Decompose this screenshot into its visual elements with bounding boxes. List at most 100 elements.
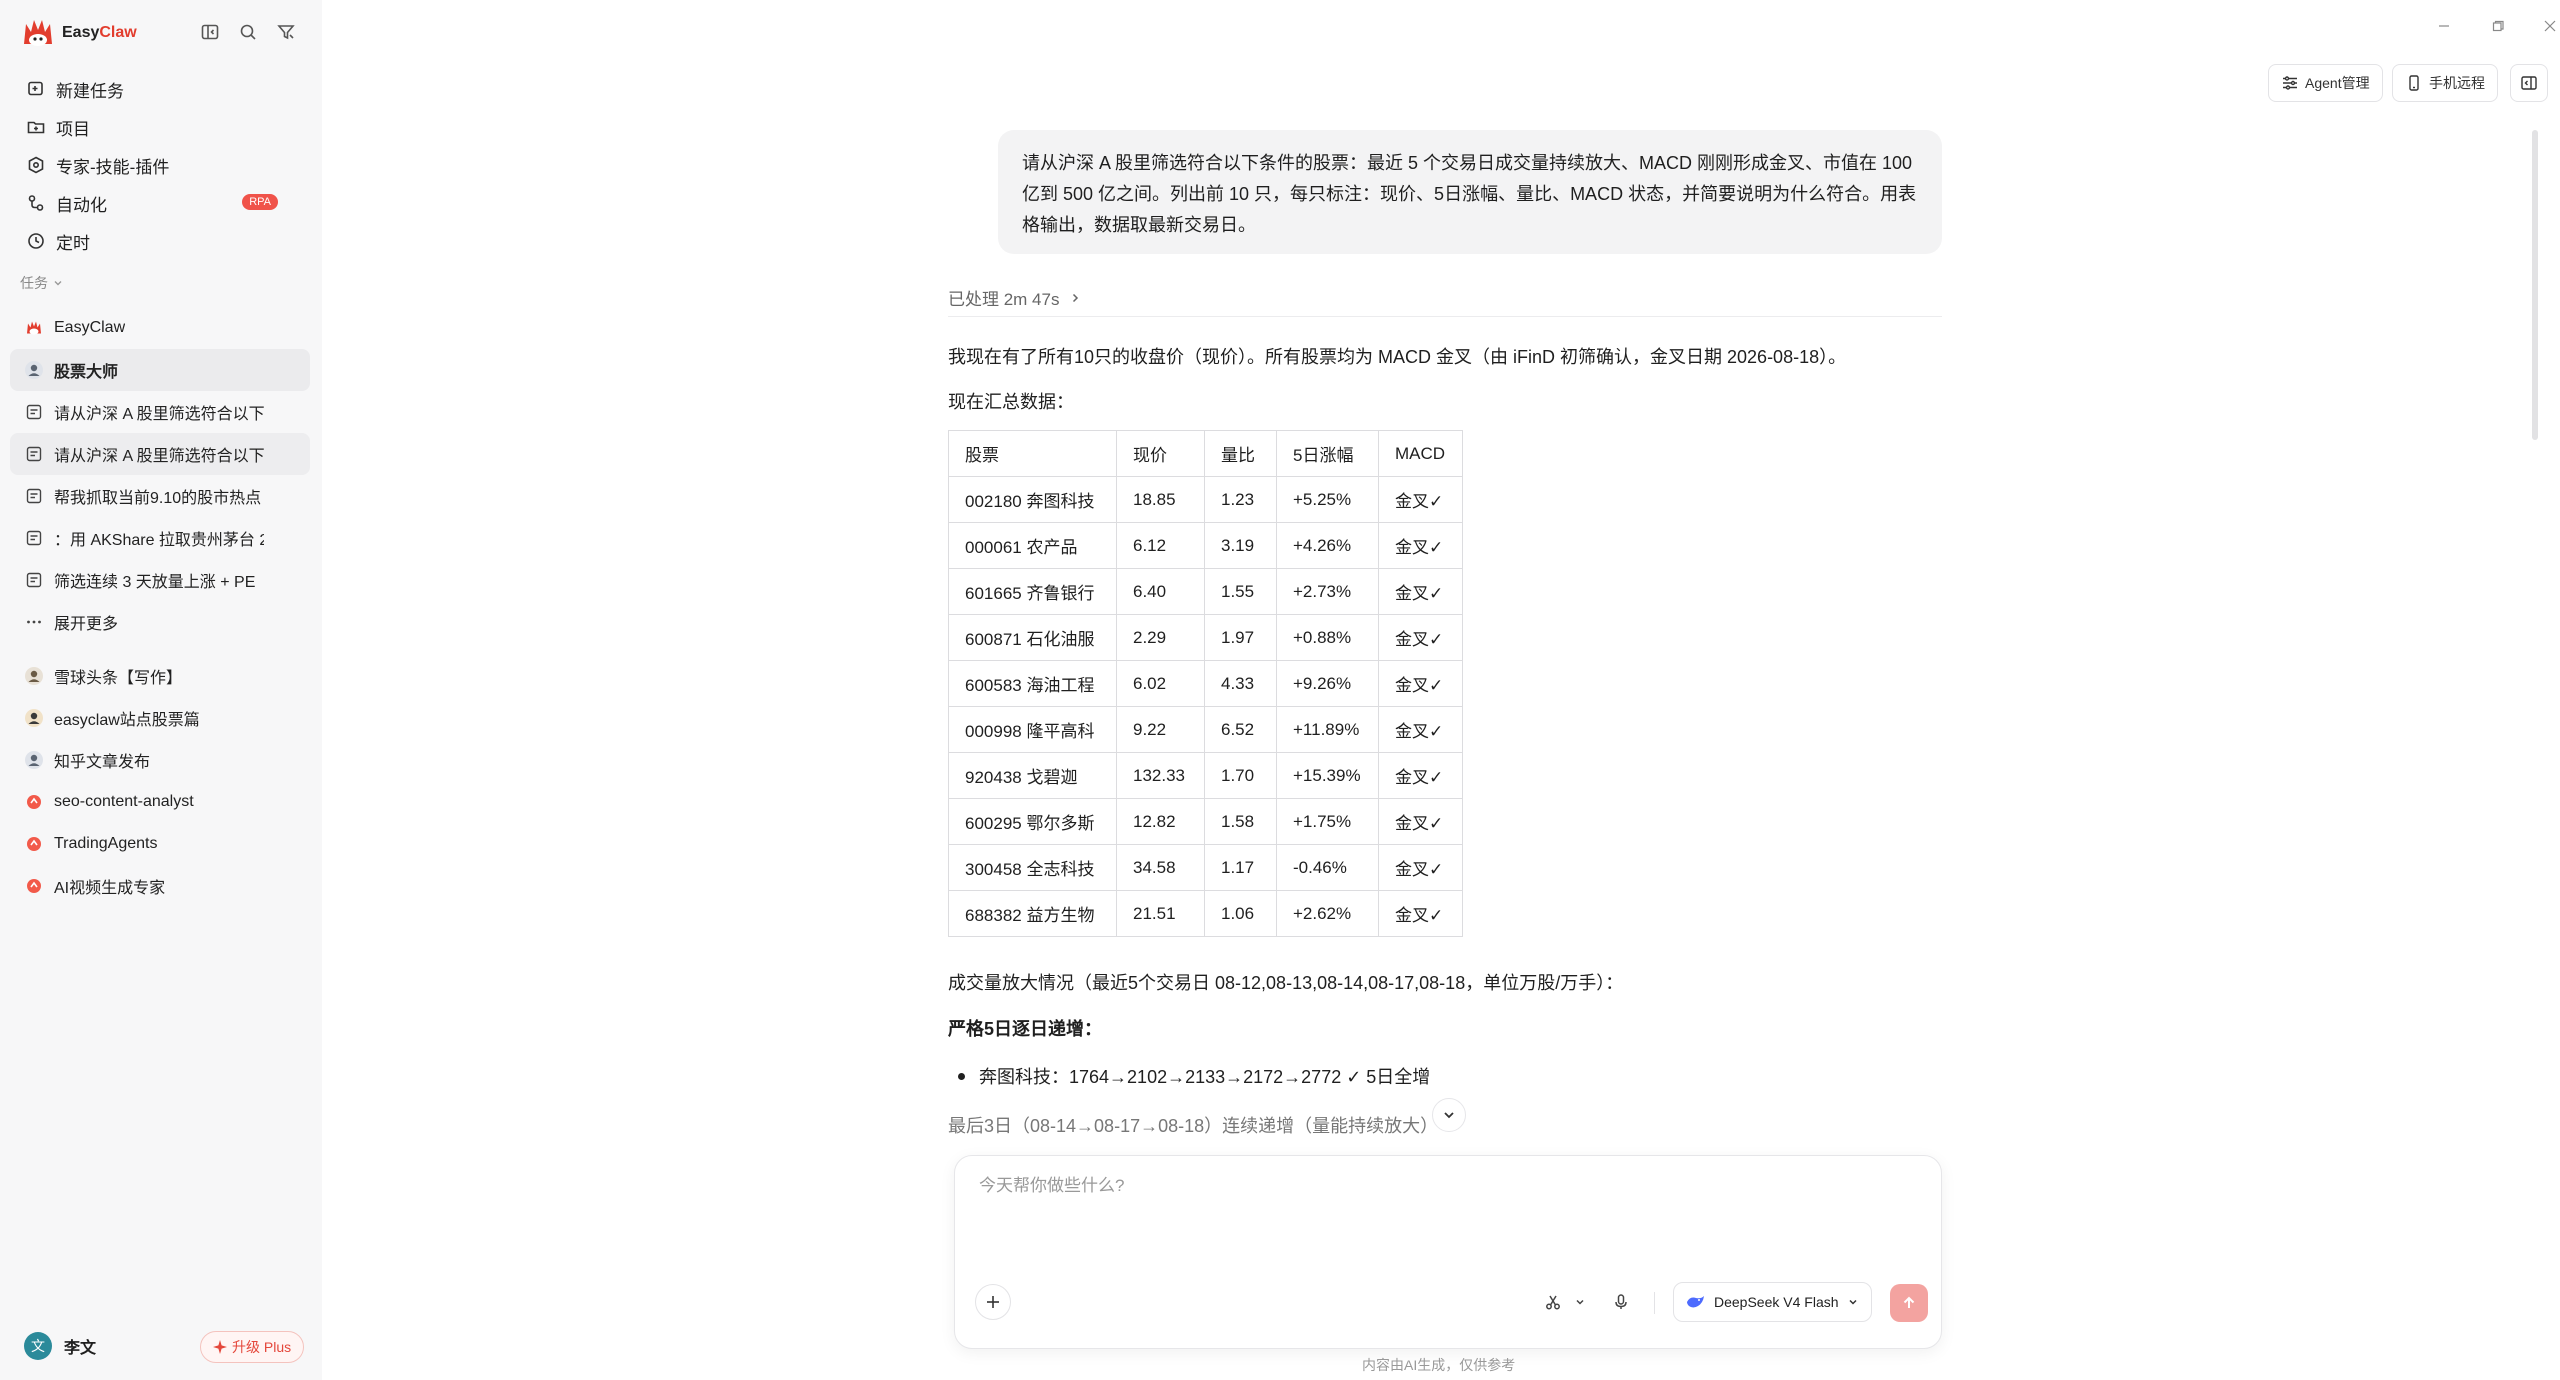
agent-item[interactable]: 雪球头条【写作】 xyxy=(10,655,310,697)
minimize-icon[interactable] xyxy=(2432,14,2456,38)
ai-disclaimer: 内容由AI生成，仅供参考 xyxy=(1362,1357,1516,1373)
brand[interactable]: EasyClaw xyxy=(20,16,137,50)
search-icon[interactable] xyxy=(236,20,260,44)
table-row: 920438 戈碧迦 132.33 1.70 +15.39% 金叉✓ xyxy=(948,752,1463,799)
voice-input-button[interactable] xyxy=(1605,1286,1637,1318)
table-cell: +2.62% xyxy=(1276,890,1379,937)
table-cell: 600295 鄂尔多斯 xyxy=(948,798,1117,845)
chevron-down-icon xyxy=(54,281,62,286)
table-cell: +9.26% xyxy=(1276,660,1379,707)
task-item-easyclaw[interactable]: EasyClaw xyxy=(10,307,310,349)
easyclaw-logo-icon xyxy=(24,876,44,896)
nav-new-task[interactable]: 新建任务 xyxy=(12,70,308,108)
table-cell: 9.22 xyxy=(1116,706,1205,753)
upgrade-plus-button[interactable]: 升级 Plus xyxy=(200,1331,305,1363)
task-item-stock-master[interactable]: 股票大师 xyxy=(10,349,310,391)
table-cell: +1.75% xyxy=(1276,798,1379,845)
table-row: 002180 奔图科技 18.85 1.23 +5.25% 金叉✓ xyxy=(948,476,1463,523)
automation-icon xyxy=(28,195,44,211)
table-cell: 000998 隆平高科 xyxy=(948,706,1117,753)
table-row: 000061 农产品 6.12 3.19 +4.26% 金叉✓ xyxy=(948,522,1463,569)
nav-experts-skills-plugins[interactable]: 专家-技能-插件 xyxy=(12,146,308,184)
tools-dropdown[interactable] xyxy=(1569,1286,1591,1318)
table-cell: 34.58 xyxy=(1116,844,1205,891)
nav-projects[interactable]: 项目 xyxy=(12,108,308,146)
easyclaw-logo-icon xyxy=(24,834,44,854)
table-cell: 000061 农产品 xyxy=(948,522,1117,569)
table-cell: 12.82 xyxy=(1116,798,1205,845)
avatar-icon xyxy=(24,708,44,728)
prompt-input[interactable] xyxy=(979,1176,1879,1196)
bullet-dot xyxy=(958,1072,965,1080)
avatar-icon xyxy=(24,750,44,770)
send-button[interactable] xyxy=(1890,1284,1928,1322)
sidebar-toggle-icon[interactable] xyxy=(198,20,222,44)
folder-icon xyxy=(27,121,45,134)
composer: DeepSeek V4 Flash xyxy=(954,1155,1942,1349)
agent-item[interactable]: easyclaw站点股票篇 xyxy=(10,697,310,739)
easyclaw-logo-icon xyxy=(24,318,44,338)
column-header: MACD xyxy=(1378,430,1463,477)
chevron-down-icon xyxy=(1444,1112,1454,1119)
table-cell: 21.51 xyxy=(1116,890,1205,937)
panel-toggle-button[interactable] xyxy=(2510,64,2548,102)
filter-icon[interactable] xyxy=(274,20,298,44)
column-header: 量比 xyxy=(1204,430,1277,477)
scissors-icon xyxy=(1546,1295,1560,1310)
processed-toggle[interactable]: 已处理 2m 47s xyxy=(948,285,1081,310)
nav-automation[interactable]: 自动化 RPA xyxy=(12,184,308,222)
task-list: EasyClaw 股票大师 请从沪深 A 股里筛选符合以下 请从沪深 A 股里筛… xyxy=(10,307,310,907)
agent-management-button[interactable]: Agent管理 xyxy=(2268,64,2383,102)
table-cell: 金叉✓ xyxy=(1378,844,1463,891)
table-row: 000998 隆平高科 9.22 6.52 +11.89% 金叉✓ xyxy=(948,706,1463,753)
user-name: 李文 xyxy=(64,1340,97,1357)
close-icon[interactable] xyxy=(2538,14,2560,38)
avatar: 文 xyxy=(24,1332,52,1360)
chat-icon xyxy=(24,570,44,590)
restore-icon[interactable] xyxy=(2486,14,2510,38)
reply-paragraph-faded: 最后3日（08-14→08-17→08-18）连续递增（量能持续放大） xyxy=(948,1116,1439,1136)
attach-button[interactable] xyxy=(975,1284,1011,1320)
tools-button[interactable] xyxy=(1537,1286,1569,1318)
divider xyxy=(1654,1292,1655,1314)
sidebar: EasyClaw 新建任务 项目 专家-技能-插件 自动化 RPA 定时 任务 … xyxy=(0,0,322,1380)
table-cell: 3.19 xyxy=(1204,522,1277,569)
agent-item[interactable]: seo-content-analyst xyxy=(10,781,310,823)
table-cell: 1.70 xyxy=(1204,752,1277,799)
model-selector[interactable]: DeepSeek V4 Flash xyxy=(1673,1282,1872,1322)
chat-icon xyxy=(24,486,44,506)
table-cell: 1.17 xyxy=(1204,844,1277,891)
agent-item[interactable]: 知乎文章发布 xyxy=(10,739,310,781)
column-header: 股票 xyxy=(948,430,1117,477)
table-cell: 600583 海油工程 xyxy=(948,660,1117,707)
task-item-chat[interactable]: ：用 AKShare 拉取贵州茅台 2 xyxy=(10,517,310,559)
table-cell: 金叉✓ xyxy=(1378,660,1463,707)
agent-item[interactable]: AI视频生成专家 xyxy=(10,865,310,907)
task-item-chat[interactable]: 帮我抓取当前9.10的股市热点 xyxy=(10,475,310,517)
task-item-chat[interactable]: 请从沪深 A 股里筛选符合以下 xyxy=(10,433,310,475)
panel-collapse-icon xyxy=(2521,76,2537,90)
new-task-icon xyxy=(28,81,43,96)
tasks-section-toggle[interactable]: 任务 xyxy=(20,273,64,293)
table-cell: 金叉✓ xyxy=(1378,614,1463,661)
scrollbar[interactable] xyxy=(2532,130,2538,440)
table-cell: +11.89% xyxy=(1276,706,1379,753)
phone-remote-button[interactable]: 手机远程 xyxy=(2392,64,2498,102)
user-profile[interactable]: 文 李文 xyxy=(24,1332,96,1360)
table-cell: +2.73% xyxy=(1276,568,1379,615)
table-cell: 300458 全志科技 xyxy=(948,844,1117,891)
avatar-icon xyxy=(24,360,44,380)
avatar-icon xyxy=(24,666,44,686)
task-item-chat[interactable]: 筛选连续 3 天放量上涨 + PE xyxy=(10,559,310,601)
table-cell: 金叉✓ xyxy=(1378,568,1463,615)
agent-item[interactable]: TradingAgents xyxy=(10,823,310,865)
scroll-to-bottom-button[interactable] xyxy=(1432,1098,1466,1132)
expand-more-button[interactable]: 展开更多 xyxy=(10,601,310,643)
nav-schedule[interactable]: 定时 xyxy=(12,222,308,260)
chevron-down-icon xyxy=(1576,1299,1584,1305)
task-item-chat[interactable]: 请从沪深 A 股里筛选符合以下 xyxy=(10,391,310,433)
table-cell: 6.12 xyxy=(1116,522,1205,569)
divider xyxy=(948,316,1942,317)
column-header: 现价 xyxy=(1116,430,1205,477)
microphone-icon xyxy=(1615,1294,1627,1309)
